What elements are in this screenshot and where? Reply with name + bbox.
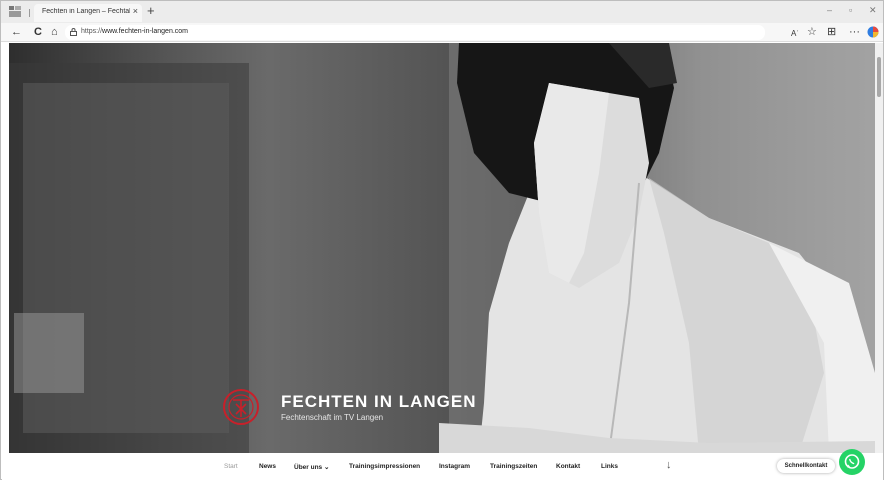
site-title[interactable]: FECHTEN IN LANGEN — [281, 392, 477, 412]
whatsapp-icon — [844, 454, 860, 469]
scroll-down-icon[interactable]: ↓ — [666, 459, 672, 471]
nav-item-kontakt[interactable]: Kontakt — [556, 463, 580, 470]
address-bar[interactable]: https://www.fechten-in-langen.com — [65, 25, 765, 40]
nav-item-instagram[interactable]: Instagram — [439, 463, 470, 470]
close-tab-icon[interactable]: × — [133, 6, 138, 16]
nav-item-ueber-uns[interactable]: Über uns ⌄ — [294, 463, 329, 471]
page-scrollbar[interactable] — [875, 43, 883, 453]
url-text: https://www.fechten-in-langen.com — [81, 28, 189, 35]
nav-item-trainingsimpressionen[interactable]: Trainingsimpressionen — [349, 463, 420, 470]
main-navigation: Start News Über uns ⌄ Trainingsimpressio… — [2, 453, 883, 480]
scrollbar-thumb[interactable] — [877, 57, 881, 97]
maximize-icon[interactable]: ▫ — [849, 5, 852, 15]
browser-toolbar: ← C ⌂ https://www.fechten-in-langen.com … — [1, 23, 883, 42]
close-window-icon[interactable]: ✕ — [869, 5, 877, 16]
read-aloud-icon[interactable]: Aʾ — [791, 26, 799, 42]
tab-strip: Fechten in Langen – Fechtabteil × + – ▫ … — [1, 1, 883, 23]
more-icon[interactable]: ··· — [849, 24, 860, 40]
favorite-icon[interactable]: ☆ — [807, 24, 817, 40]
nav-item-news[interactable]: News — [259, 463, 276, 470]
collections-icon[interactable]: ⊞ — [827, 24, 836, 40]
lock-icon[interactable] — [70, 28, 77, 36]
new-tab-button[interactable]: + — [147, 3, 155, 18]
tab-divider — [29, 9, 30, 17]
back-icon[interactable]: ← — [11, 24, 22, 40]
minimize-icon[interactable]: – — [827, 5, 832, 15]
tab-active[interactable]: Fechten in Langen – Fechtabteil × — [34, 4, 142, 22]
whatsapp-button[interactable] — [839, 449, 865, 475]
copilot-icon[interactable] — [867, 26, 879, 38]
home-icon[interactable]: ⌂ — [51, 24, 58, 40]
nav-item-start[interactable]: Start — [224, 463, 238, 470]
workspaces-icon[interactable] — [9, 6, 21, 17]
club-logo-icon[interactable] — [221, 387, 261, 427]
browser-window: Fechten in Langen – Fechtabteil × + – ▫ … — [0, 0, 884, 480]
reload-icon[interactable]: C — [34, 24, 42, 40]
tab-title: Fechten in Langen – Fechtabteil — [42, 8, 130, 15]
nav-item-trainingszeiten[interactable]: Trainingszeiten — [490, 463, 537, 470]
site-subtitle: Fechtenschaft im TV Langen — [281, 413, 384, 422]
quick-contact-button[interactable]: Schnellkontakt — [777, 459, 835, 473]
nav-item-links[interactable]: Links — [601, 463, 618, 470]
